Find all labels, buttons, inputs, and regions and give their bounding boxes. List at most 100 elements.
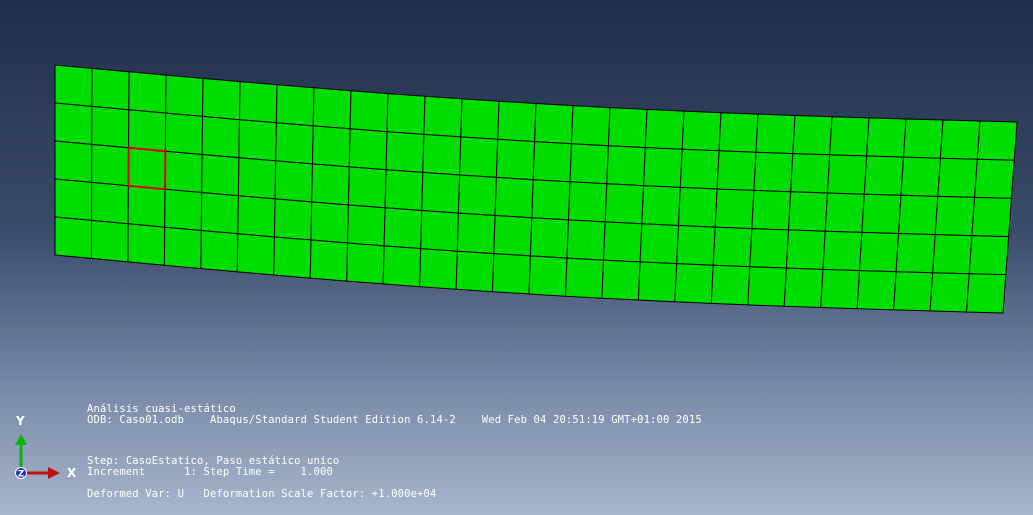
mesh-element[interactable]	[127, 147, 166, 190]
mesh-element[interactable]	[641, 185, 681, 227]
mesh-element[interactable]	[932, 234, 973, 275]
mesh-element[interactable]	[54, 102, 93, 145]
mesh-element[interactable]	[971, 196, 1012, 238]
mesh-element[interactable]	[382, 245, 422, 288]
mesh-element[interactable]	[602, 221, 643, 263]
mesh-element[interactable]	[679, 148, 720, 190]
mesh-element[interactable]	[273, 236, 312, 279]
mesh-element[interactable]	[532, 141, 573, 183]
mesh-element[interactable]	[567, 181, 608, 223]
mesh-element[interactable]	[54, 178, 93, 221]
mesh-element[interactable]	[674, 263, 714, 304]
mesh-element[interactable]	[91, 67, 130, 111]
mesh-element[interactable]	[460, 98, 500, 140]
mesh-element[interactable]	[497, 100, 537, 143]
mesh-element[interactable]	[491, 253, 531, 295]
mesh-element[interactable]	[783, 267, 824, 309]
mesh-element[interactable]	[237, 195, 276, 238]
mesh-element[interactable]	[749, 228, 790, 269]
mesh-element[interactable]	[128, 109, 167, 152]
mesh-element[interactable]	[163, 226, 202, 270]
mesh-element[interactable]	[829, 116, 870, 157]
mesh-element[interactable]	[419, 248, 458, 290]
mesh-element[interactable]	[384, 169, 424, 212]
mesh-element[interactable]	[902, 118, 944, 159]
mesh-element[interactable]	[164, 150, 203, 194]
model-viewport[interactable]: Z Y X Análisis cuasi-estático ODB: Caso0…	[0, 0, 1033, 515]
mesh-element[interactable]	[346, 242, 385, 285]
mesh-element[interactable]	[976, 120, 1018, 161]
mesh-element[interactable]	[866, 117, 907, 158]
mesh-element[interactable]	[934, 195, 976, 237]
mesh-element[interactable]	[202, 77, 241, 121]
mesh-element[interactable]	[753, 151, 794, 193]
mesh-element[interactable]	[54, 140, 93, 183]
mesh-element[interactable]	[274, 160, 314, 203]
mesh-element[interactable]	[457, 174, 497, 217]
mesh-element[interactable]	[456, 212, 496, 255]
mesh-element[interactable]	[824, 192, 865, 233]
mesh-element[interactable]	[676, 224, 716, 266]
mesh-element[interactable]	[200, 191, 239, 235]
mesh-element[interactable]	[858, 231, 900, 273]
mesh-element[interactable]	[710, 264, 751, 306]
mesh-element[interactable]	[939, 119, 981, 160]
mesh-element[interactable]	[564, 257, 605, 299]
mesh-element[interactable]	[534, 102, 574, 145]
mesh-element[interactable]	[421, 171, 461, 214]
mesh-element[interactable]	[712, 226, 753, 268]
mesh-element[interactable]	[968, 235, 1010, 276]
mesh-element[interactable]	[164, 112, 204, 156]
mesh-element[interactable]	[54, 216, 93, 259]
mesh-element[interactable]	[273, 198, 313, 241]
mesh-element[interactable]	[528, 255, 568, 297]
mesh-element[interactable]	[311, 163, 350, 206]
mesh-element[interactable]	[861, 193, 902, 235]
mesh-element[interactable]	[128, 71, 167, 114]
mesh-element[interactable]	[54, 64, 93, 107]
mesh-element[interactable]	[898, 194, 939, 236]
mesh-element[interactable]	[422, 133, 462, 176]
mesh-element[interactable]	[91, 181, 129, 225]
mesh-element[interactable]	[529, 217, 570, 259]
mesh-element[interactable]	[455, 250, 495, 293]
mesh-element[interactable]	[165, 74, 204, 117]
mesh-element[interactable]	[893, 271, 934, 312]
mesh-element[interactable]	[895, 232, 936, 274]
mesh-element[interactable]	[348, 128, 388, 171]
mesh-element[interactable]	[822, 230, 863, 272]
mesh-element[interactable]	[238, 81, 278, 124]
mesh-element[interactable]	[238, 119, 277, 162]
mesh-element[interactable]	[349, 90, 389, 133]
mesh-element[interactable]	[755, 113, 796, 155]
mesh-element[interactable]	[792, 114, 833, 156]
mesh-element[interactable]	[747, 266, 787, 307]
mesh-element[interactable]	[601, 259, 641, 301]
mesh-element[interactable]	[201, 115, 241, 159]
mesh-element[interactable]	[856, 270, 897, 311]
mesh-element[interactable]	[569, 143, 609, 185]
mesh-element[interactable]	[309, 239, 349, 282]
mesh-element[interactable]	[677, 186, 718, 228]
mesh-element[interactable]	[566, 219, 606, 261]
mesh-element[interactable]	[790, 153, 831, 194]
mesh-element[interactable]	[607, 107, 648, 149]
mesh-element[interactable]	[826, 154, 868, 195]
mesh-element[interactable]	[965, 273, 1007, 314]
mesh-element[interactable]	[127, 223, 166, 266]
mesh-element[interactable]	[494, 176, 534, 219]
mesh-element[interactable]	[785, 229, 826, 270]
mesh-element[interactable]	[386, 93, 426, 135]
mesh-element[interactable]	[383, 207, 423, 250]
mesh-element[interactable]	[201, 153, 240, 197]
mesh-element[interactable]	[929, 272, 970, 313]
mesh-element[interactable]	[347, 204, 386, 247]
mesh-element[interactable]	[311, 125, 351, 168]
deformed-mesh[interactable]	[0, 0, 1033, 515]
mesh-element[interactable]	[236, 233, 275, 276]
mesh-element[interactable]	[237, 157, 277, 200]
mesh-element[interactable]	[718, 112, 759, 153]
mesh-element[interactable]	[127, 185, 166, 228]
mesh-element[interactable]	[420, 209, 459, 252]
mesh-element[interactable]	[606, 145, 646, 187]
